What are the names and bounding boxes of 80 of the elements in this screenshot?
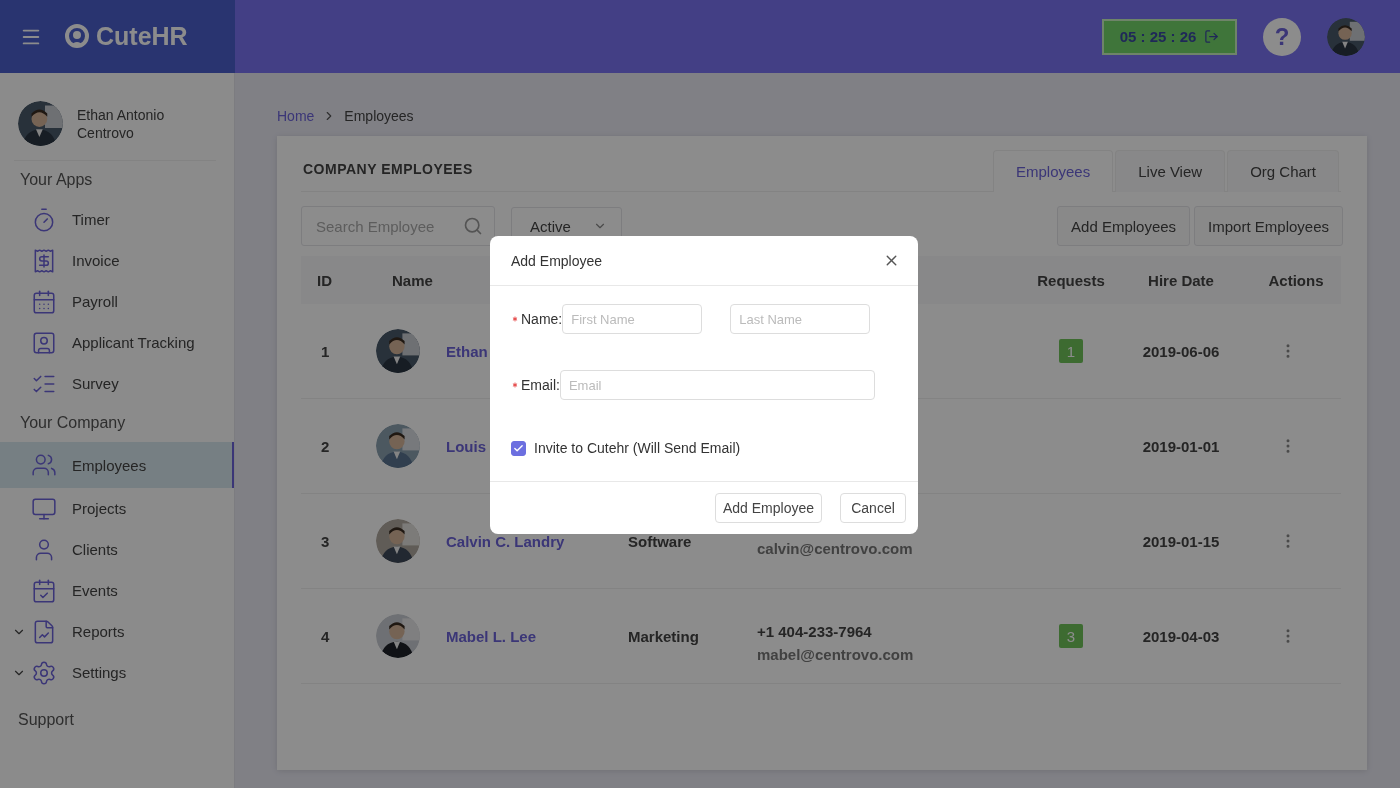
sidebar-item[interactable]: Events [0, 570, 234, 611]
tab[interactable]: Live View [1115, 150, 1226, 192]
exit-icon[interactable] [1204, 29, 1220, 44]
column-header: Hire Date [1147, 271, 1215, 289]
table-cell-text: Software [628, 532, 693, 550]
sidebar-label: Payroll [72, 293, 118, 310]
checkbox-label: Invite to Cutehr (Will Send Email) [534, 440, 741, 456]
last-name-field[interactable]: Last Name [730, 304, 871, 334]
sidebar-label: Projects [72, 500, 127, 517]
sidebar-label: Clients [72, 541, 118, 558]
sidebar-label: Invoice [72, 252, 120, 269]
sidebar-item[interactable]: Survey [0, 363, 234, 404]
sidebar-item[interactable]: Projects [0, 488, 234, 529]
menu-item-icon [31, 659, 57, 686]
table-cell-text: 2019-01-15 [1141, 532, 1221, 550]
phone-text: +1 404-233-7964 [757, 623, 873, 640]
sidebar-item[interactable]: Reports [0, 611, 234, 652]
column-header: Actions [1267, 271, 1325, 289]
sidebar-item[interactable]: Employees [0, 442, 234, 488]
table-cell-text: 2019-06-06 [1141, 342, 1221, 360]
timer-text: 05 : 25 : 26 [1119, 28, 1197, 45]
section-title: Your Apps [19, 170, 94, 190]
tab[interactable]: Employees [993, 150, 1114, 192]
column-header: ID [316, 271, 333, 289]
sidebar-label: Settings [72, 664, 127, 681]
column-header: Requests [1036, 271, 1106, 289]
employee-name-link[interactable]: Mabel L. Lee [446, 627, 628, 645]
field-label: Name: [521, 311, 563, 327]
sidebar-label: Reports [72, 623, 125, 640]
sidebar-item[interactable]: Payroll [0, 281, 234, 322]
table-cell-text: Marketing [628, 627, 700, 645]
sidebar-label: Survey [72, 375, 119, 392]
sidebar-item[interactable]: Settings [0, 652, 234, 693]
request-count: 3 [1059, 624, 1083, 648]
logo-text: CuteHR [96, 22, 188, 51]
menu-item-icon [31, 329, 57, 356]
menu-item-icon [31, 288, 57, 315]
table-cell-text: 2 [320, 437, 331, 455]
dialog-button[interactable]: Add Employee [714, 493, 822, 523]
table-cell-text: 1 [320, 342, 331, 360]
email-field[interactable]: Email [559, 370, 875, 400]
search-icon[interactable] [463, 216, 483, 236]
table-cell-text: 4 [320, 627, 331, 645]
tab[interactable]: Org Chart [1227, 150, 1339, 192]
menu-item-icon [31, 577, 57, 604]
dialog-button[interactable]: Cancel [840, 493, 906, 523]
section-title: Your Company [19, 413, 127, 433]
employee-name-link[interactable]: Calvin C. Landry [446, 532, 628, 550]
breadcrumb-link[interactable]: Home [277, 108, 315, 124]
sidebar-label: Timer [72, 211, 110, 228]
timer-display[interactable]: 05 : 25 : 26 [1102, 18, 1237, 55]
logo-icon [64, 23, 90, 50]
breadcrumb-current: Employees [344, 108, 414, 124]
sidebar-label: Applicant Tracking [72, 334, 195, 351]
sidebar-item[interactable]: Timer [0, 199, 234, 240]
sidebar-label: Events [72, 582, 118, 599]
table-cell-text: 2019-01-01 [1141, 437, 1221, 455]
column-header: Name [391, 271, 434, 289]
user-name: Ethan Antonio Centrovo [77, 105, 166, 142]
help-button[interactable]: ? [1263, 17, 1301, 56]
table-cell-text: 3 [320, 532, 331, 550]
support-link[interactable]: Support [0, 693, 234, 729]
menu-item-icon [31, 495, 57, 522]
check-icon [513, 442, 524, 454]
email-text: mabel@centrovo.com [757, 646, 915, 663]
sidebar-item[interactable]: Invoice [0, 240, 234, 281]
request-count: 1 [1059, 339, 1083, 363]
table-cell-text: 2019-04-03 [1141, 627, 1221, 645]
first-name-field[interactable]: First Name [562, 304, 703, 334]
field-label: Email: [521, 377, 560, 393]
toolbar-button[interactable]: Add Employees [1057, 206, 1191, 246]
sidebar-item[interactable]: Clients [0, 529, 234, 570]
checkbox[interactable] [511, 440, 526, 456]
email-text: calvin@centrovo.com [757, 539, 914, 557]
dialog-title: Add Employee [511, 252, 603, 269]
menu-item-icon [31, 452, 57, 478]
sidebar-label: Employees [72, 456, 147, 474]
sidebar-item[interactable]: Applicant Tracking [0, 322, 234, 363]
toolbar-button[interactable]: Import Employees [1194, 206, 1343, 246]
card-title: COMPANY EMPLOYEES [303, 161, 473, 179]
